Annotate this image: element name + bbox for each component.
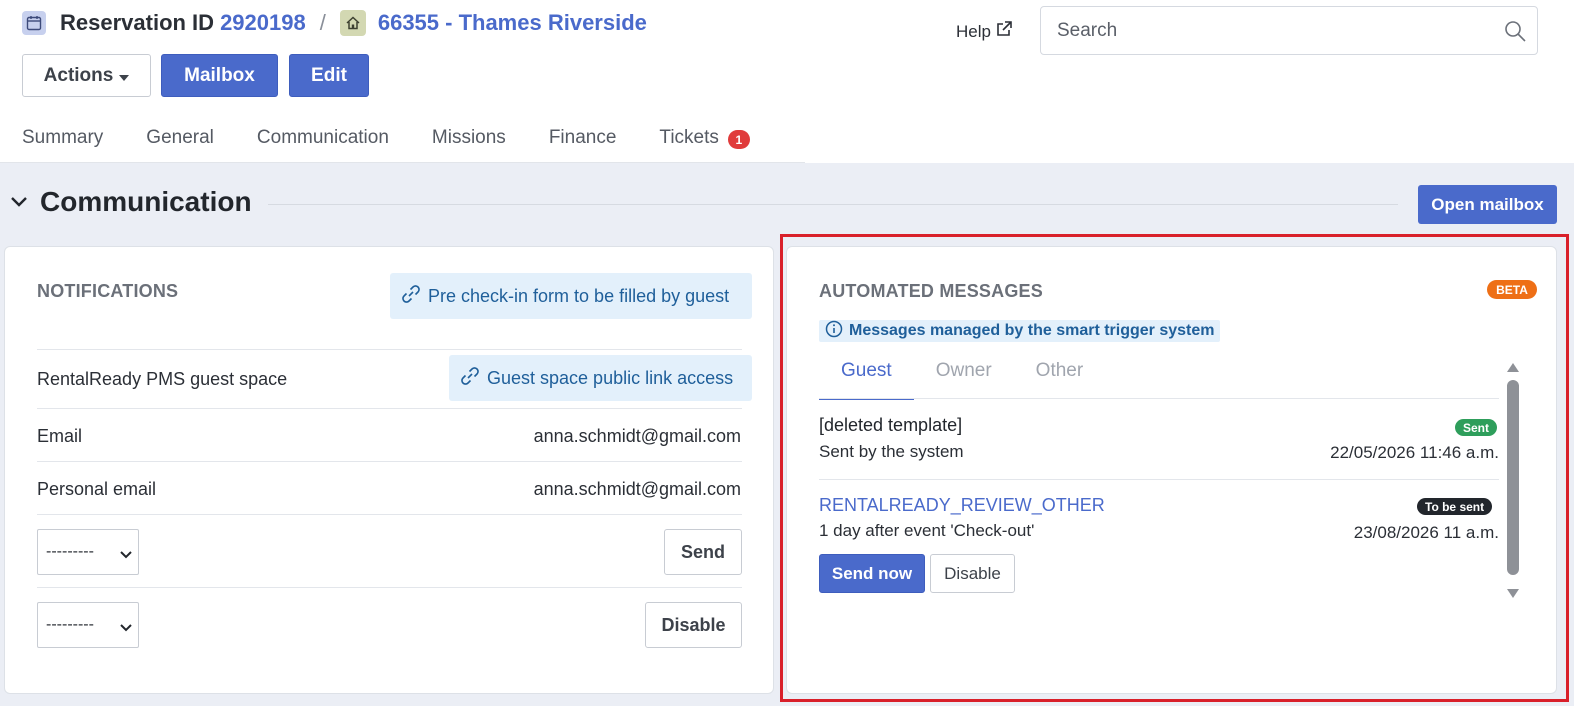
disable-button[interactable]: Disable [645,602,742,648]
tab-owner[interactable]: Owner [914,360,1014,400]
external-link-icon [995,20,1013,43]
guest-space-link-label: Guest space public link access [487,367,734,388]
reservation-id-link[interactable]: 2920198 [220,10,306,36]
edit-button[interactable]: Edit [289,54,369,97]
smart-trigger-info: Messages managed by the smart trigger sy… [819,320,1221,343]
row-divider [37,349,742,350]
email-label: Email [37,426,83,446]
chevron-down-icon [120,619,132,637]
search-icon[interactable] [1503,19,1527,48]
caret-down-icon [119,65,130,87]
message-title: [deleted template] [819,415,963,435]
guest-space-link[interactable]: Guest space public link access [449,355,752,401]
scrollbar-thumb[interactable] [1507,380,1519,575]
smart-trigger-info-label: Messages managed by the smart trigger sy… [849,322,1215,339]
home-icon [339,10,366,36]
property-link[interactable]: 66355 - Thames Riverside [378,10,647,36]
tabs-divider [819,398,1499,399]
row-divider [37,408,742,409]
send-now-button[interactable]: Send now [819,554,925,593]
guest-space-label: RentalReady PMS guest space [37,369,288,389]
message-subtitle: 1 day after event 'Check-out' [819,521,1035,540]
chevron-down-icon [120,546,132,564]
open-mailbox-button[interactable]: Open mailbox [1418,185,1557,224]
tab-other[interactable]: Other [1014,360,1106,400]
precheckin-link-label: Pre check-in form to be filled by guest [428,285,730,306]
communication-section-header[interactable]: Communication [10,186,252,218]
search-input[interactable] [1057,19,1487,43]
tab-general[interactable]: General [146,126,214,149]
personal-email-value: anna.schmidt@gmail.com [533,479,741,499]
top-bar: Reservation ID 2920198 / 66355 - Thames … [0,0,1574,163]
breadcrumb: Reservation ID 2920198 / 66355 - Thames … [22,8,647,38]
message-subtitle: Sent by the system [819,442,964,461]
tab-communication[interactable]: Communication [257,126,389,149]
row-divider [819,479,1499,480]
notifications-title: NOTIFICATIONS [37,281,179,301]
link-icon [459,365,481,392]
actions-label: Actions [43,64,114,86]
tab-label: Summary [22,126,104,148]
tickets-count-badge: 1 [727,130,750,149]
notification-select-1[interactable]: --------- [37,529,139,575]
recipient-tabs: Guest Owner Other [819,360,1105,400]
actions-dropdown-button[interactable]: Actions [22,54,151,97]
message-date: 23/08/2026 11 a.m. [1353,523,1499,542]
tab-label: Communication [256,126,389,148]
mailbox-button[interactable]: Mailbox [161,54,278,97]
automated-messages-title: AUTOMATED MESSAGES [819,281,1043,301]
automated-messages-card: AUTOMATED MESSAGES BETA Messages managed… [786,246,1557,694]
message-date: 22/05/2026 11:46 a.m. [1330,443,1499,462]
info-icon [825,320,843,343]
tab-label: Tickets [659,126,719,148]
select-value: --------- [46,543,94,560]
link-icon [400,283,422,310]
precheckin-link[interactable]: Pre check-in form to be filled by guest [390,273,752,319]
scroll-up-icon[interactable] [1506,360,1520,378]
notification-select-2[interactable]: --------- [37,602,139,648]
row-divider [37,461,742,462]
section-divider [268,204,1398,205]
tabs-divider [0,162,805,163]
tab-label: Finance [548,126,617,148]
tab-guest[interactable]: Guest [819,360,914,400]
row-divider [37,514,742,515]
section-title: Communication [40,186,252,217]
tab-label: General [146,126,214,148]
tab-finance[interactable]: Finance [549,126,617,149]
disable-message-button[interactable]: Disable [930,554,1015,593]
tab-tickets[interactable]: Tickets 1 [659,126,750,149]
beta-badge: BETA [1487,280,1537,299]
select-value: --------- [46,616,94,633]
search-box [1040,6,1538,55]
status-badge: To be sent [1417,498,1493,515]
tab-missions[interactable]: Missions [432,126,506,149]
message-template-link[interactable]: RENTALREADY_REVIEW_OTHER [819,495,1105,516]
help-link[interactable]: Help [956,20,1013,43]
reservation-label: Reservation ID [60,10,215,35]
calendar-icon [22,11,46,35]
tab-summary[interactable]: Summary [22,126,103,149]
row-divider [37,587,742,588]
chevron-down-icon[interactable] [10,196,28,208]
send-button[interactable]: Send [664,529,742,575]
personal-email-label: Personal email [37,479,157,499]
breadcrumb-separator: / [319,10,326,35]
email-value: anna.schmidt@gmail.com [533,426,741,446]
notifications-card: NOTIFICATIONS Pre check-in form to be fi… [4,246,774,694]
help-label: Help [956,21,991,41]
scroll-down-icon[interactable] [1506,587,1520,605]
tab-label: Missions [431,126,506,148]
reservation-tabs: Summary General Communication Missions F… [22,126,793,149]
status-badge: Sent [1455,419,1498,436]
